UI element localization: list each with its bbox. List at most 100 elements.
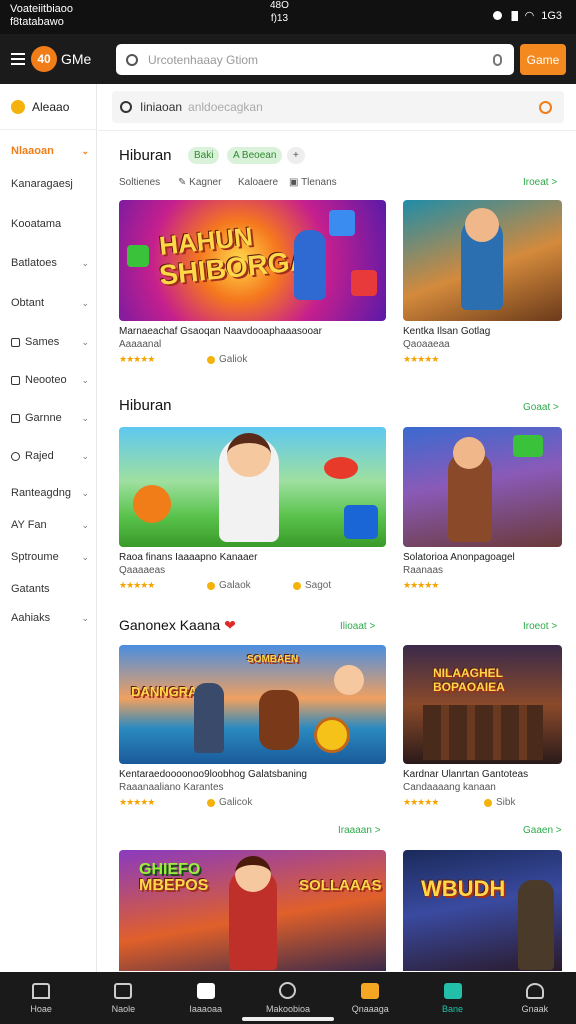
- creature-art: [324, 457, 358, 479]
- book-icon: [114, 982, 133, 999]
- see-more-link[interactable]: Ilioaat >: [340, 621, 375, 632]
- chevron-down-icon: ⌄: [81, 257, 89, 268]
- card-title[interactable]: Solatorioa Anonpagoagel: [403, 552, 562, 563]
- inbox-icon: [196, 982, 215, 999]
- chip[interactable]: Baki: [188, 147, 220, 164]
- art-title: GHIEFO: [139, 861, 201, 878]
- game-thumbnail[interactable]: [403, 427, 562, 547]
- filter-item[interactable]: ✎ Kagner: [178, 177, 221, 188]
- nav-label: Qnaaaga: [351, 1003, 389, 1014]
- rating-stars: ★★★★★: [119, 797, 155, 807]
- card-title[interactable]: Marnaeachaf Gsaoqan Naavdooaphaaasooar: [119, 326, 386, 337]
- chip[interactable]: A Beoean: [227, 147, 283, 164]
- see-more-link[interactable]: Gaaen >: [523, 825, 562, 836]
- dice-art: [351, 270, 377, 296]
- sidebar-item-1[interactable]: Nlaaoan ⌄: [11, 145, 91, 157]
- sidebar-item-7[interactable]: Neooteo ⌄: [11, 374, 91, 386]
- game-button[interactable]: Game: [520, 44, 566, 75]
- nav-game[interactable]: Bane: [411, 972, 493, 1024]
- nav-profile[interactable]: Gnaak: [494, 972, 576, 1024]
- main-search-input[interactable]: Iiniaoan anldoecagkan: [112, 91, 564, 123]
- nav-label: Iaaaoaa: [189, 1003, 222, 1014]
- nav-home[interactable]: Hoae: [0, 972, 82, 1024]
- filter-item[interactable]: Kaloaere: [238, 177, 278, 188]
- sidebar-item-6[interactable]: Sames ⌄: [11, 336, 91, 348]
- sidebar-item-9[interactable]: Rajed ⌄: [11, 450, 91, 462]
- character-art: [294, 230, 326, 300]
- orange-search-icon[interactable]: [539, 100, 552, 114]
- game-thumbnail[interactable]: DANNGRAN SOMBAEN: [119, 645, 386, 764]
- rating-stars: ★★★★★: [119, 354, 155, 364]
- sidebar-item-14[interactable]: Aahiaks ⌄: [11, 612, 91, 624]
- nav-inbox[interactable]: Iaaaoaa: [165, 972, 247, 1024]
- section-title-text: Ganonex Kaana: [119, 617, 221, 633]
- profile-icon: [525, 982, 544, 999]
- nav-label: Gnaak: [521, 1003, 549, 1014]
- sidebar-item-4[interactable]: Batlatoes ⌄: [11, 257, 91, 269]
- sidebar-item-5[interactable]: Obtant ⌄: [11, 297, 91, 309]
- card-title[interactable]: Raoa finans Iaaaapno Kanaaer: [119, 552, 386, 563]
- badge-art: [513, 435, 543, 457]
- status-icons: ◠ 1G3: [492, 9, 562, 22]
- battery-text: 1G3: [541, 9, 562, 22]
- sidebar-item-13[interactable]: Gatants: [11, 583, 91, 595]
- chevron-down-icon: ⌄: [81, 450, 89, 461]
- filter-item[interactable]: ▣ Tlenans: [289, 177, 337, 188]
- game-thumbnail[interactable]: HAHUN SHIBORGA: [119, 200, 386, 321]
- card-subtitle: Candaaaang kanaan: [403, 782, 496, 793]
- search-query: Iiniaoan: [140, 100, 183, 114]
- nav-label: Hoae: [30, 1003, 52, 1014]
- card-subtitle: Qaoaaeaa: [403, 339, 450, 350]
- coin-icon: [207, 581, 215, 590]
- see-more-link[interactable]: Iroeat >: [523, 177, 557, 188]
- see-more-link[interactable]: Iroeot >: [523, 621, 557, 632]
- square-icon: [11, 375, 20, 385]
- sidebar-item-8[interactable]: Garnne ⌄: [11, 412, 91, 424]
- game-thumbnail[interactable]: WBUDH: [403, 850, 562, 971]
- top-search-input[interactable]: Urcotenhaaay Gtiom: [116, 44, 514, 75]
- bottom-nav: Hoae Naole Iaaaoaa Makoobioa Qnaaaga Ban…: [0, 972, 576, 1024]
- sidebar-item-label: AY Fan: [11, 519, 47, 531]
- art-title: BOPAOAIEA: [433, 680, 505, 694]
- heart-icon: ❤: [224, 617, 236, 633]
- app-logo[interactable]: 40: [31, 46, 57, 72]
- card-title[interactable]: Kardnar Ulanrtan Gantoteas: [403, 769, 562, 780]
- sidebar-item-11[interactable]: AY Fan ⌄: [11, 519, 91, 531]
- coin-icon: [207, 355, 215, 364]
- coin-icon: [293, 581, 301, 590]
- game-thumbnail[interactable]: NILAAGHEL BOPAOAIEA: [403, 645, 562, 764]
- see-more-link[interactable]: Iraaaan >: [338, 825, 381, 836]
- see-more-link[interactable]: Goaat >: [523, 402, 559, 413]
- circle-icon: [11, 451, 20, 461]
- search-placeholder: Urcotenhaaay Gtiom: [148, 52, 259, 67]
- coin-text: Galiok: [219, 354, 248, 365]
- game-thumbnail[interactable]: GHIEFO MBEPOS SOLLAAAS: [119, 850, 386, 971]
- nav-book[interactable]: Naole: [82, 972, 164, 1024]
- filter-item[interactable]: Soltienes: [119, 177, 160, 188]
- card-title[interactable]: Kentka Ilsan Gotlag: [403, 326, 562, 337]
- filter-label: Kagner: [189, 177, 222, 188]
- character-face: [465, 208, 499, 242]
- pin-icon: ✎: [178, 177, 187, 188]
- home-indicator: [242, 1017, 334, 1021]
- sidebar-header[interactable]: Aleaao: [0, 84, 96, 130]
- art-title: SOMBAEN: [247, 654, 299, 665]
- status-text-1: Voateiitbiaoo: [10, 3, 73, 15]
- card-title[interactable]: Kentaraedoooonoo9loobhog Galatsbaning: [119, 769, 386, 780]
- character-art: [259, 690, 299, 750]
- sidebar-item-10[interactable]: Ranteagdng ⌄: [11, 487, 91, 499]
- coin-icon: [207, 798, 215, 807]
- game-icon: [443, 982, 462, 999]
- sidebar-item-2[interactable]: Kanaragaesj: [11, 178, 91, 190]
- sidebar-item-3[interactable]: Kooatama: [11, 218, 91, 230]
- sidebar-item-12[interactable]: Sptroume ⌄: [11, 551, 91, 563]
- chip-add[interactable]: +: [287, 147, 305, 164]
- search-icon: [120, 101, 132, 113]
- game-thumbnail[interactable]: [119, 427, 386, 547]
- nav-grid[interactable]: Qnaaaga: [329, 972, 411, 1024]
- game-thumbnail[interactable]: [403, 200, 562, 321]
- status-text-2: f8tatabawo: [10, 16, 64, 28]
- profile-icon[interactable]: [493, 53, 502, 66]
- home-icon: [32, 982, 51, 999]
- menu-icon[interactable]: [11, 53, 25, 65]
